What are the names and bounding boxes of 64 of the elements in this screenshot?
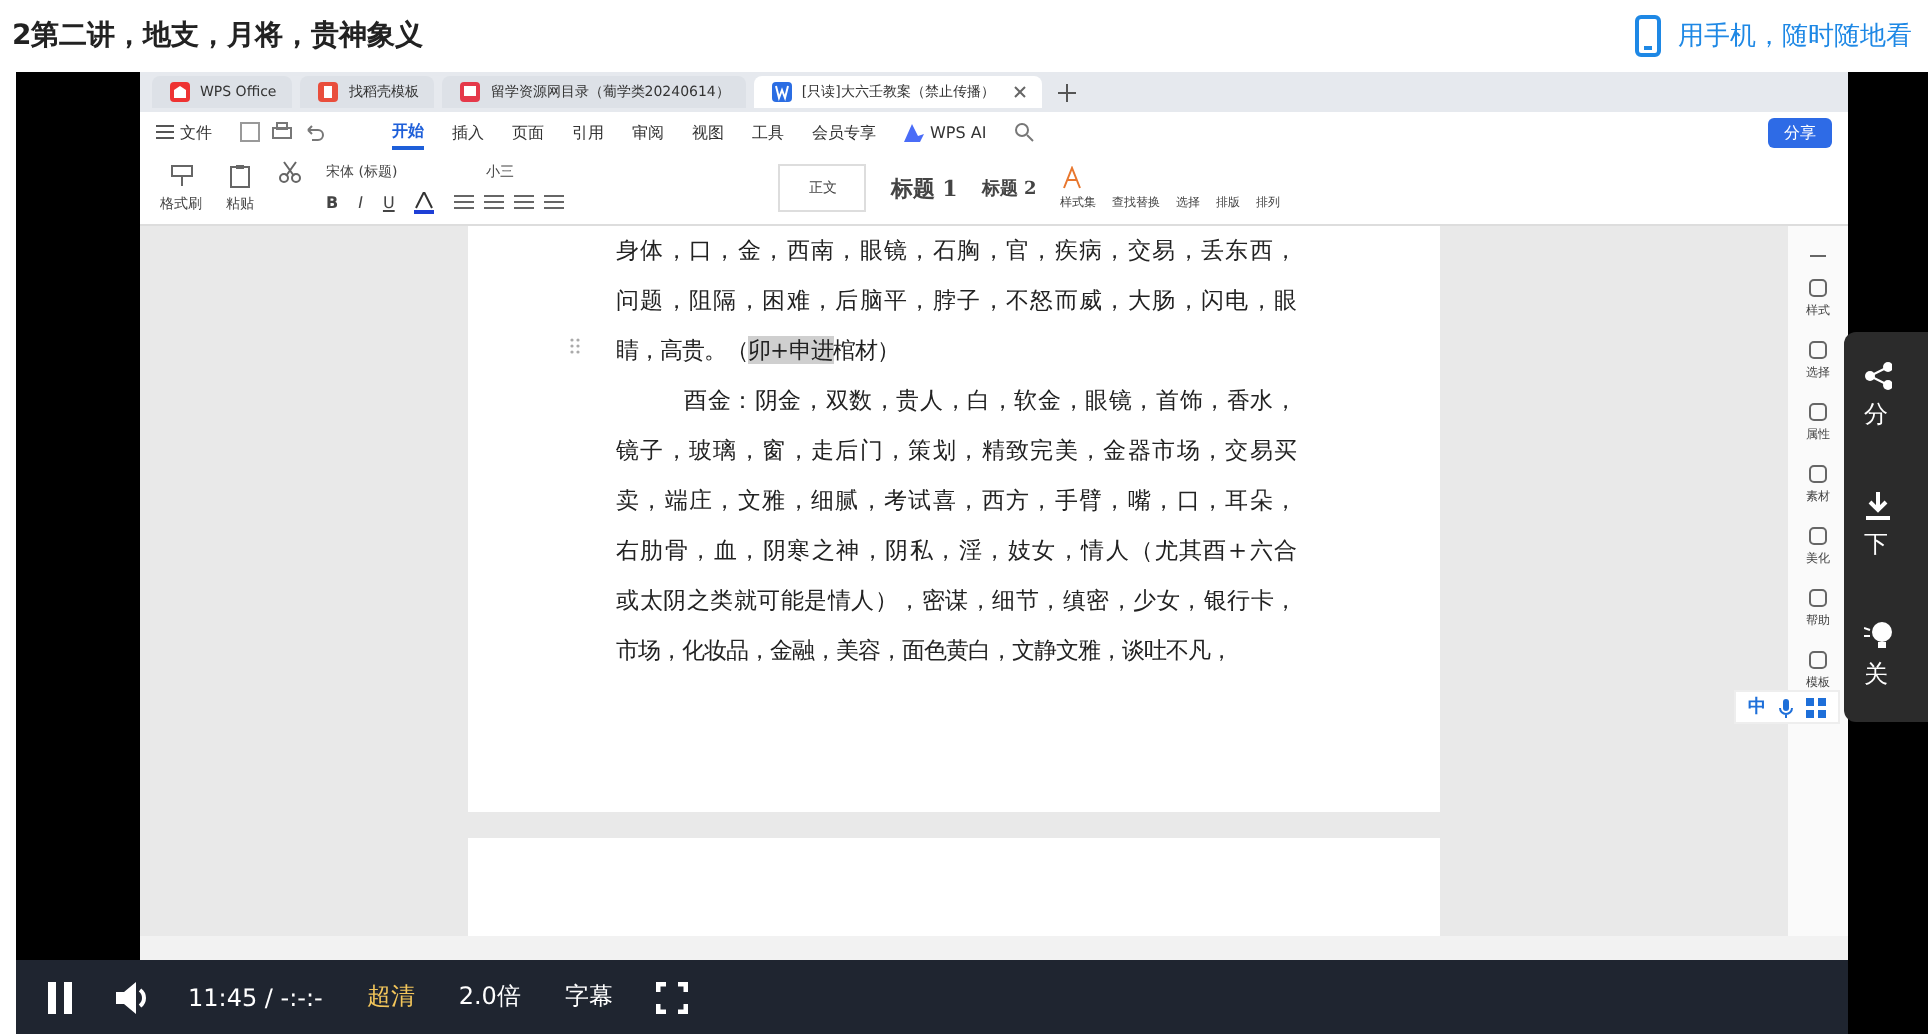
pdf-icon	[458, 80, 483, 104]
playback-time: 11:45 / -:-:-	[188, 983, 323, 1011]
text-line: 身体，口，金，西南，眼镜，石胸，官，疾病，交易，丢东西，	[616, 234, 1296, 268]
text-line: 问题，阻隔，困难，后脑平，脖子，不怒而威，大肠，闪电，眼	[616, 284, 1296, 318]
text-line: 市场，化妆品，金融，美容，面色黄白，文静文雅，谈吐不凡，	[616, 634, 1234, 668]
mobile-watch-link[interactable]: 用手机，随时随地看	[1678, 18, 1912, 54]
print-icon	[272, 122, 292, 142]
menu-tab[interactable]: 插入	[452, 117, 484, 147]
mic-icon	[1778, 697, 1794, 717]
side-panel-button[interactable]: 分	[1864, 362, 1892, 432]
ime-mode-label[interactable]: 中	[1748, 694, 1766, 720]
file-menu[interactable]: 文件	[156, 121, 212, 143]
wps-ai-button[interactable]: WPS AI	[904, 119, 987, 145]
text-line: 镜子，玻璃，窗，走后门，策划，精致完美，金器市场，交易买	[616, 434, 1296, 468]
plus-icon[interactable]	[1058, 83, 1077, 101]
template-icon	[316, 80, 341, 104]
speed-button[interactable]: 2.0倍	[458, 980, 521, 1014]
format-painter-icon	[169, 163, 193, 187]
format-button[interactable]: U	[382, 194, 395, 212]
menu-tab[interactable]: 会员专享	[812, 117, 876, 147]
phone-icon	[1634, 14, 1662, 58]
download-icon	[1864, 492, 1892, 520]
text-line: 右肋骨，血，阴寒之神，阴私，淫，妓女，情人（尤其酉+六合	[616, 534, 1296, 568]
menu-tab[interactable]: 页面	[512, 117, 544, 147]
minimize-icon	[1810, 254, 1826, 258]
menu-tab[interactable]: 工具	[752, 117, 784, 147]
close-icon[interactable]	[1014, 86, 1027, 98]
drag-handle-icon	[570, 338, 580, 354]
share-icon	[1864, 362, 1892, 390]
side-panel-button[interactable]: 下	[1864, 492, 1892, 562]
text-line: 或太阴之类就可能是情人），密谋，细节，缜密，少女，银行卡，	[616, 584, 1296, 618]
text-line: 卖，端庄，文雅，细腻，考试喜，西方，手臂，嘴，口，耳朵，	[616, 484, 1296, 518]
fullscreen-button[interactable]	[656, 981, 689, 1013]
format-button[interactable]: B	[326, 194, 339, 212]
share-button[interactable]: 分享	[1768, 117, 1832, 147]
text-line: 睛，高贵。（卯+申进棺材）	[616, 334, 902, 368]
lightbulb-icon	[1864, 622, 1892, 650]
text-line: 酉金：阴金，双数，贵人，白，软金，眼镜，首饰，香水，	[682, 384, 1296, 418]
pause-icon	[48, 981, 72, 1013]
volume-button[interactable]	[116, 981, 152, 1013]
side-panel-button[interactable]: 关	[1864, 622, 1892, 692]
style-preset[interactable]: 标题 1	[890, 173, 958, 203]
ai-icon	[904, 123, 924, 141]
menu-tab[interactable]: 引用	[572, 117, 604, 147]
menu-tab[interactable]: 审阅	[632, 117, 664, 147]
subtitles-button[interactable]: 字幕	[564, 980, 613, 1014]
fullscreen-icon	[656, 981, 689, 1013]
home-icon	[168, 80, 192, 104]
document-icon	[769, 80, 794, 104]
format-button[interactable]: I	[358, 194, 363, 212]
menu-tab[interactable]: 视图	[692, 117, 724, 147]
undo-icon	[304, 122, 324, 142]
pause-button[interactable]	[48, 981, 72, 1013]
clipboard-icon	[228, 163, 252, 187]
speaker-icon	[116, 981, 152, 1013]
scissors-icon	[278, 160, 302, 184]
grid-icon	[1806, 697, 1826, 717]
video-title: 2第二讲，地支，月将，贵神象义	[12, 18, 424, 54]
menu-icon	[156, 124, 174, 140]
search-icon	[1014, 122, 1035, 142]
style-preset[interactable]: 标题 2	[981, 175, 1037, 201]
style-set-icon	[1060, 165, 1085, 189]
font-color-icon	[414, 192, 435, 214]
quality-button[interactable]: 超清	[366, 980, 415, 1014]
